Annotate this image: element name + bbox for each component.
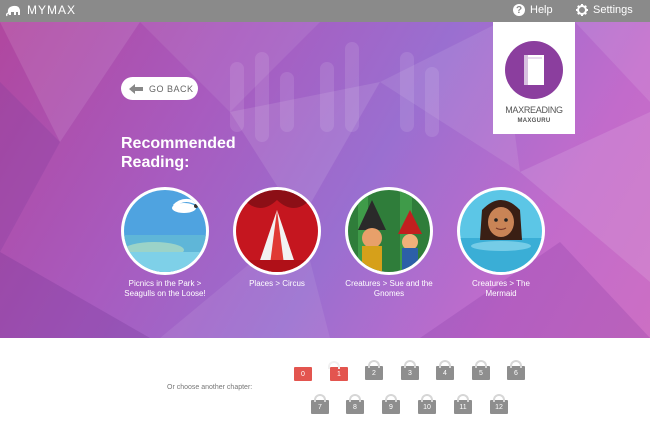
padlock-icon bbox=[421, 394, 433, 402]
maxreading-panel[interactable]: MAXREADING MAXGURU bbox=[493, 22, 575, 134]
chapter-button-10[interactable]: 10 bbox=[418, 394, 436, 414]
chapter-button-11[interactable]: 11 bbox=[454, 394, 472, 414]
chapter-number: 8 bbox=[353, 403, 357, 411]
padlock-icon bbox=[510, 360, 522, 368]
chapter-number: 1 bbox=[337, 370, 341, 378]
recommended-card-label: Places > Circus bbox=[249, 279, 305, 288]
recommended-card-circus[interactable]: Places > Circus bbox=[232, 187, 322, 289]
chapter-number: 3 bbox=[408, 369, 412, 377]
chapter-chooser-label: Or choose another chapter: bbox=[167, 384, 253, 391]
padlock-icon bbox=[457, 394, 469, 402]
maxreading-subtitle: MAXGURU bbox=[517, 118, 551, 124]
settings-label: Settings bbox=[593, 4, 633, 16]
padlock-icon bbox=[349, 394, 361, 402]
chapter-button-5[interactable]: 5 bbox=[472, 360, 490, 380]
chapter-button-2[interactable]: 2 bbox=[365, 360, 383, 380]
chapter-button-1[interactable]: 1 bbox=[328, 361, 348, 381]
padlock-icon bbox=[493, 394, 505, 402]
padlock-icon bbox=[404, 360, 416, 368]
brand-name: MYMAX bbox=[27, 3, 77, 17]
settings-link[interactable]: Settings bbox=[576, 4, 633, 16]
padlock-icon bbox=[385, 394, 397, 402]
chapter-number: 11 bbox=[459, 403, 467, 411]
chapter-number: 10 bbox=[423, 403, 431, 411]
unlocked-icon bbox=[328, 361, 340, 369]
chapter-button-4[interactable]: 4 bbox=[436, 360, 454, 380]
recommended-card-label: Creatures > Sue and the Gnomes bbox=[345, 279, 433, 298]
padlock-icon bbox=[314, 394, 326, 402]
help-icon: ? bbox=[513, 4, 525, 16]
elephant-logo-icon bbox=[6, 5, 20, 16]
help-link[interactable]: ? Help bbox=[513, 4, 553, 16]
circus-tent-picture bbox=[233, 187, 321, 275]
chapter-number: 12 bbox=[495, 403, 503, 411]
padlock-icon bbox=[439, 360, 451, 368]
chapter-button-7[interactable]: 7 bbox=[311, 394, 329, 414]
chapter-button-6[interactable]: 6 bbox=[507, 360, 525, 380]
recommended-card-label: Picnics in the Park > Seagulls on the Lo… bbox=[124, 279, 206, 298]
recommended-card-seagulls[interactable]: Picnics in the Park > Seagulls on the Lo… bbox=[120, 187, 210, 299]
recommended-card-label: Creatures > The Mermaid bbox=[472, 279, 530, 298]
chapter-number: 9 bbox=[389, 403, 393, 411]
gear-icon bbox=[576, 4, 588, 16]
chapter-button-8[interactable]: 8 bbox=[346, 394, 364, 414]
seagull-picture bbox=[121, 187, 209, 275]
chapter-number: 4 bbox=[443, 369, 447, 377]
padlock-icon bbox=[475, 360, 487, 368]
recommended-card-mermaid[interactable]: Creatures > The Mermaid bbox=[456, 187, 546, 299]
chapter-number: 2 bbox=[372, 369, 376, 377]
top-bar: MYMAX ? Help Settings bbox=[0, 0, 650, 22]
chapter-number: 7 bbox=[318, 403, 322, 411]
chapter-button-0[interactable]: 0 bbox=[294, 367, 312, 381]
help-label: Help bbox=[530, 4, 553, 16]
mermaid-picture bbox=[457, 187, 545, 275]
chapter-button-12[interactable]: 12 bbox=[490, 394, 508, 414]
chapter-number: 5 bbox=[479, 369, 483, 377]
arrow-left-icon bbox=[129, 83, 143, 94]
chapter-number: 0 bbox=[301, 370, 305, 378]
book-icon bbox=[505, 41, 563, 99]
gnomes-picture bbox=[345, 187, 433, 275]
padlock-icon bbox=[368, 360, 380, 368]
brand[interactable]: MYMAX bbox=[6, 3, 76, 17]
page-title: Recommended Reading: bbox=[121, 135, 236, 171]
go-back-label: GO BACK bbox=[149, 83, 194, 94]
chapter-button-9[interactable]: 9 bbox=[382, 394, 400, 414]
recommended-card-gnomes[interactable]: Creatures > Sue and the Gnomes bbox=[344, 187, 434, 299]
chapter-button-3[interactable]: 3 bbox=[401, 360, 419, 380]
chapter-number: 6 bbox=[514, 369, 518, 377]
go-back-button[interactable]: GO BACK bbox=[121, 77, 198, 100]
maxreading-title: MAXREADING bbox=[505, 105, 563, 115]
